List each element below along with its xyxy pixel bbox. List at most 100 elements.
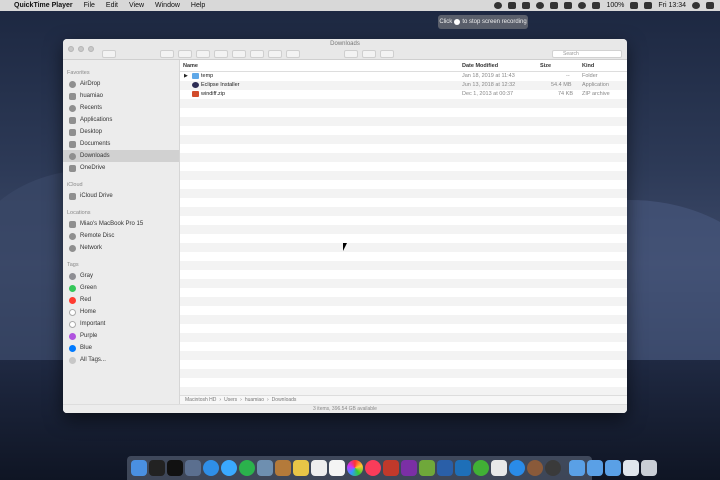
sidebar-item-downloads[interactable]: Downloads: [63, 150, 179, 162]
sidebar-tag-green[interactable]: Green: [63, 282, 179, 294]
preview-dock-icon[interactable]: [185, 460, 201, 476]
quicktime-dock-icon[interactable]: [545, 460, 561, 476]
column-name[interactable]: Name: [183, 63, 198, 69]
view-columns-button[interactable]: [196, 50, 210, 58]
back-forward-button[interactable]: [102, 50, 116, 58]
file-row-temp[interactable]: ▶ temp Jan 18, 2019 at 11:43 -- Folder: [180, 72, 627, 81]
file-row-windiff-zip[interactable]: windiff.zip Dec 1, 2013 at 00:37 74 KB Z…: [180, 90, 627, 99]
menu-edit[interactable]: Edit: [106, 2, 118, 9]
acrobat-dock-icon[interactable]: [383, 460, 399, 476]
launchpad-dock-icon[interactable]: [527, 460, 543, 476]
action-button[interactable]: [250, 50, 264, 58]
screenshot-dock-icon[interactable]: [623, 460, 639, 476]
search-input[interactable]: Search: [552, 50, 622, 58]
sidebar-tag-home[interactable]: Home: [63, 306, 179, 318]
sidebar-item-documents[interactable]: Documents: [63, 138, 179, 150]
sidebar-item-macbook[interactable]: Miao's MacBook Pro 15: [63, 218, 179, 230]
sidebar-tag-purple[interactable]: Purple: [63, 330, 179, 342]
battery-percent[interactable]: 100%: [606, 2, 624, 9]
system-preferences-dock-icon[interactable]: [491, 460, 507, 476]
airdrop-button[interactable]: [362, 50, 376, 58]
column-kind[interactable]: Kind: [582, 63, 594, 69]
sidebar-item-recents[interactable]: Recents: [63, 102, 179, 114]
stop-recording-icon[interactable]: [494, 2, 503, 9]
folder-dock-icon[interactable]: [569, 460, 585, 476]
share-button[interactable]: [268, 50, 282, 58]
vscode-dock-icon[interactable]: [455, 460, 471, 476]
notification-center-icon[interactable]: [706, 2, 714, 9]
sidebar-tag-all[interactable]: All Tags...: [63, 354, 179, 366]
wifi-icon[interactable]: [578, 2, 587, 9]
finder-dock-icon[interactable]: [131, 460, 147, 476]
sidebar-item-icloud-drive[interactable]: iCloud Drive: [63, 190, 179, 202]
menu-view[interactable]: View: [129, 2, 144, 9]
music-dock-icon[interactable]: [365, 460, 381, 476]
activity-monitor-dock-icon[interactable]: [149, 460, 165, 476]
path-downloads[interactable]: Downloads: [272, 397, 297, 403]
folder-dock-icon[interactable]: [587, 460, 603, 476]
view-gallery-button[interactable]: [214, 50, 228, 58]
sidebar-tag-red[interactable]: Red: [63, 294, 179, 306]
sidebar-tag-important[interactable]: Important: [63, 318, 179, 330]
onenote-dock-icon[interactable]: [401, 460, 417, 476]
flag-icon[interactable]: [644, 2, 653, 9]
path-huamiao[interactable]: huamiao: [245, 397, 264, 403]
path-macintosh-hd[interactable]: Macintosh HD: [185, 397, 216, 403]
downloads-folder-dock-icon[interactable]: [605, 460, 621, 476]
view-icons-button[interactable]: [160, 50, 174, 58]
eye-icon[interactable]: [380, 50, 394, 58]
disclosure-triangle-icon[interactable]: ▶: [184, 73, 188, 79]
tag-dot-icon: [69, 356, 76, 364]
path-users[interactable]: Users: [224, 397, 237, 403]
finder-window: Downloads Search Favorites AirDrop huami…: [63, 39, 627, 413]
column-date-modified[interactable]: Date Modified: [462, 63, 498, 69]
dropbox-button[interactable]: [344, 50, 358, 58]
tags-button[interactable]: [286, 50, 300, 58]
sidebar-item-onedrive[interactable]: OneDrive: [63, 162, 179, 174]
messages-dock-icon[interactable]: [221, 460, 237, 476]
column-size[interactable]: Size: [540, 63, 551, 69]
view-list-button[interactable]: [178, 50, 192, 58]
tag-dot-icon: [69, 284, 76, 292]
menu-clock[interactable]: Fri 13:34: [658, 2, 686, 9]
menu-window[interactable]: Window: [155, 2, 180, 9]
terminal-dock-icon[interactable]: [167, 460, 183, 476]
mail-dock-icon[interactable]: [257, 460, 273, 476]
group-button[interactable]: [232, 50, 246, 58]
notes-dock-icon[interactable]: [293, 460, 309, 476]
app-store-dock-icon[interactable]: [509, 460, 525, 476]
display-icon[interactable]: [550, 2, 559, 9]
dropbox-icon[interactable]: [522, 2, 531, 9]
contacts-dock-icon[interactable]: [275, 460, 291, 476]
volume-icon[interactable]: [592, 2, 601, 9]
battery-icon[interactable]: [630, 2, 639, 9]
menu-app-name[interactable]: QuickTime Player: [14, 2, 73, 9]
cloud-icon[interactable]: [508, 2, 517, 9]
sidebar-item-applications[interactable]: Applications: [63, 114, 179, 126]
word-dock-icon[interactable]: [437, 460, 453, 476]
file-size: --: [566, 73, 570, 79]
spotlight-icon[interactable]: [692, 2, 700, 9]
photos-dock-icon[interactable]: [347, 460, 363, 476]
excel-dock-icon[interactable]: [419, 460, 435, 476]
menu-help[interactable]: Help: [191, 2, 205, 9]
tag-dot-icon: [69, 320, 76, 328]
sidebar-tag-gray[interactable]: Gray: [63, 270, 179, 282]
safari-dock-icon[interactable]: [203, 460, 219, 476]
finder-sidebar: Favorites AirDrop huamiao Recents Applic…: [63, 60, 180, 413]
trash-dock-icon[interactable]: [641, 460, 657, 476]
facetime-dock-icon[interactable]: [239, 460, 255, 476]
sidebar-item-desktop[interactable]: Desktop: [63, 126, 179, 138]
reminders-dock-icon[interactable]: [311, 460, 327, 476]
time-machine-icon[interactable]: [536, 2, 545, 9]
menu-file[interactable]: File: [84, 2, 95, 9]
sidebar-item-remote-disc[interactable]: Remote Disc: [63, 230, 179, 242]
sidebar-item-home[interactable]: huamiao: [63, 90, 179, 102]
sidebar-item-airdrop[interactable]: AirDrop: [63, 78, 179, 90]
calendar-dock-icon[interactable]: [329, 460, 345, 476]
sidebar-item-network[interactable]: Network: [63, 242, 179, 254]
sidebar-tag-blue[interactable]: Blue: [63, 342, 179, 354]
wechat-dock-icon[interactable]: [473, 460, 489, 476]
file-row-eclipse-installer[interactable]: Eclipse Installer Jun 13, 2018 at 12:32 …: [180, 81, 627, 90]
bluetooth-icon[interactable]: [564, 2, 573, 9]
